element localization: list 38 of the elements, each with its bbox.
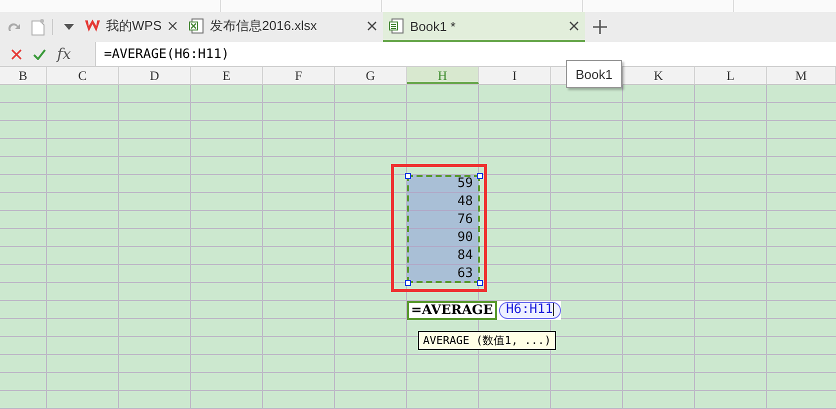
selection-handle[interactable]	[405, 280, 411, 286]
column-header[interactable]: I	[479, 67, 551, 84]
function-tooltip: AVERAGE (数值1, ...)	[418, 331, 556, 350]
selection-handle[interactable]	[477, 173, 483, 179]
document-icon	[389, 18, 404, 34]
logo-icon	[85, 19, 100, 33]
spreadsheet-icon	[189, 18, 204, 34]
table-cell[interactable]: 76	[407, 211, 479, 229]
tab[interactable]: Book1 *	[383, 12, 585, 42]
close-icon[interactable]	[168, 21, 177, 31]
column-header[interactable]: M	[767, 67, 836, 84]
confirm-icon[interactable]	[33, 48, 46, 60]
table-cell[interactable]: 59	[407, 175, 479, 193]
column-header[interactable]: C	[47, 67, 119, 84]
close-icon[interactable]	[569, 21, 579, 31]
tab[interactable]: 发布信息2016.xlsx	[183, 12, 383, 42]
tab-tooltip: Book1	[566, 60, 622, 88]
add-tab-icon[interactable]	[593, 20, 607, 34]
close-icon[interactable]	[367, 21, 377, 31]
column-header[interactable]: B	[0, 67, 47, 84]
column-header[interactable]: D	[119, 67, 191, 84]
dropdown-icon[interactable]	[63, 23, 75, 31]
cancel-icon[interactable]	[11, 48, 22, 60]
column-header[interactable]: E	[191, 67, 263, 84]
table-cell[interactable]: 90	[407, 229, 479, 247]
column-header[interactable]: L	[695, 67, 767, 84]
table-cell[interactable]: 63	[407, 265, 479, 283]
column-header[interactable]: K	[623, 67, 695, 84]
selection-handle[interactable]	[477, 280, 483, 286]
table-cell[interactable]: 84	[407, 247, 479, 265]
range-reference: H6:H11	[498, 302, 561, 319]
tab[interactable]: 我的WPS	[79, 12, 183, 42]
insert-function-button[interactable]: fx	[57, 45, 72, 63]
formula-input[interactable]: =AVERAGE(H6:H11)	[104, 46, 230, 62]
selection-handle[interactable]	[405, 173, 411, 179]
table-cell[interactable]: 48	[407, 193, 479, 211]
cell-editor[interactable]: =AVERAGE	[407, 301, 497, 320]
column-header[interactable]: F	[263, 67, 335, 84]
